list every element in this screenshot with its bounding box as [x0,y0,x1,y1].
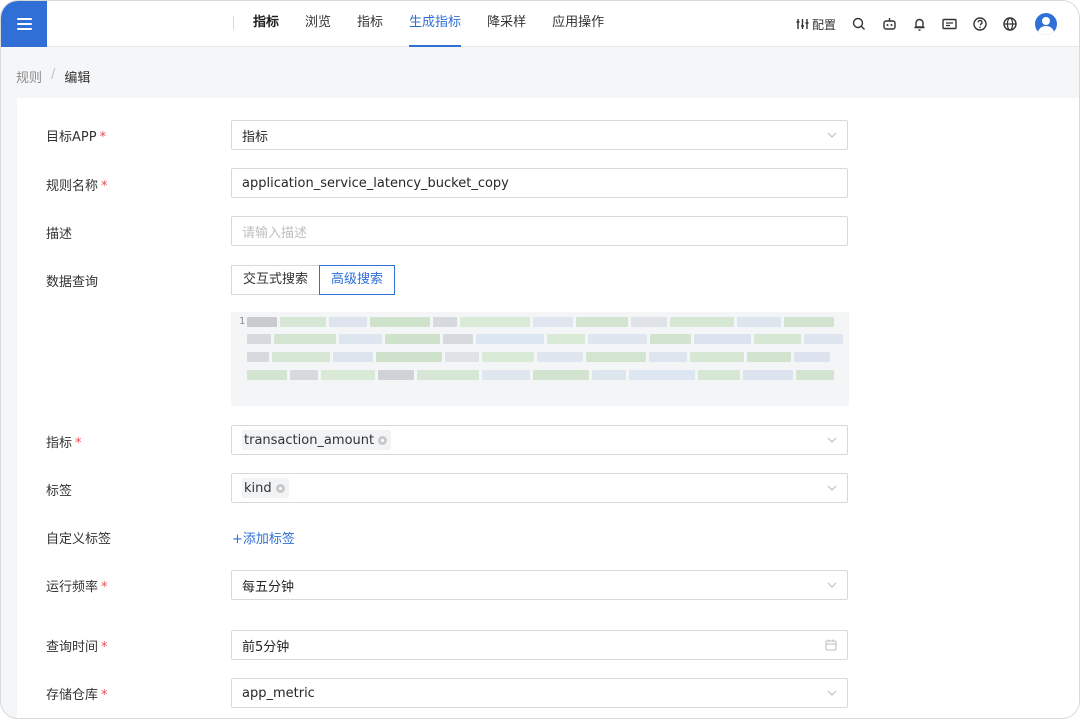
target-app-select[interactable]: 指标 [231,120,848,150]
breadcrumb-parent[interactable]: 规则 [16,67,42,86]
breadcrumb-separator: / [51,67,56,82]
config-icon [796,19,809,29]
storage-value: app_metric [242,685,315,701]
help-icon [973,17,987,31]
rule-name-input[interactable]: application_service_latency_bucket_copy [231,168,848,198]
query-editor[interactable]: 1 [231,312,849,406]
query-time-picker[interactable]: 前5分钟 [231,630,848,660]
rule-name-label: 规则名称 * [46,179,108,194]
storage-label: 存储仓库 * [46,688,108,703]
nav-item-generate-metrics[interactable]: 生成指标 [409,1,462,47]
tag-remove-icon[interactable] [275,483,285,493]
breadcrumb: 规则 / 编辑 [16,67,90,86]
help-button[interactable] [973,17,987,31]
nav-item-downsampling[interactable]: 降采样 [487,1,526,47]
blurred-code-line [247,352,843,362]
kind-tag: kind [242,478,289,498]
breadcrumb-current: 编辑 [64,71,91,86]
blurred-code-line [247,370,843,380]
metric-tag: transaction_amount [242,430,392,450]
search-button[interactable] [852,17,866,31]
blurred-code-line [247,334,843,344]
notifications-button[interactable] [913,17,926,31]
line-number: 1 [239,316,246,327]
interactive-search-tab[interactable]: 交互式搜索 [231,265,321,295]
nav-item-app-operations[interactable]: 应用操作 [552,1,604,47]
add-tag-link[interactable]: +添加标签 [232,528,295,547]
globe-icon [1003,17,1017,31]
advanced-search-tab[interactable]: 高级搜索 [319,265,396,295]
frequency-value: 每五分钟 [242,579,295,595]
app-window: 指标 浏览 指标 生成指标 降采样 应用操作 配置 规则 / 编辑 目标APP … [0,0,1080,719]
menu-icon [16,18,32,30]
custom-tags-label: 自定义标签 [46,532,112,547]
description-label: 描述 [46,227,73,242]
user-avatar-icon[interactable] [1035,13,1057,35]
target-app-value: 指标 [242,129,269,145]
target-app-label: 目标APP * [46,130,107,145]
calendar-icon [825,639,837,651]
feedback-icon [942,18,957,29]
description-input[interactable]: 请输入描述 [231,216,848,246]
bell-icon [914,18,925,31]
query-time-value: 前5分钟 [242,639,290,655]
tags-select[interactable]: kind [231,473,848,503]
nav-item-browse[interactable]: 浏览 [305,1,331,47]
query-mode-switch: 交互式搜索 高级搜索 [231,265,396,295]
frequency-label: 运行频率 * [46,580,108,595]
config-button[interactable]: 配置 [796,16,836,33]
toolbar-icons: 配置 [780,1,1057,47]
query-time-label: 查询时间 * [46,640,108,655]
tags-label: 标签 [46,484,73,499]
robot-icon [883,18,896,30]
top-nav-bar: 指标 浏览 指标 生成指标 降采样 应用操作 配置 [1,1,1079,47]
language-button[interactable] [1003,17,1017,31]
blurred-code-line [247,317,843,327]
metric-select[interactable]: transaction_amount [231,425,848,455]
config-label: 配置 [811,17,836,32]
menu-button[interactable] [1,1,47,47]
chevron-down-icon [827,132,837,138]
nav-divider [233,16,234,30]
tag-remove-icon[interactable] [378,435,388,445]
main-nav: 指标 浏览 指标 生成指标 降采样 应用操作 [253,1,630,47]
description-placeholder: 请输入描述 [242,225,308,241]
nav-item-metrics[interactable]: 指标 [357,1,383,47]
chevron-down-icon [827,485,837,491]
chevron-down-icon [827,690,837,696]
feedback-button[interactable] [942,18,957,31]
frequency-select[interactable]: 每五分钟 [231,570,848,600]
storage-select[interactable]: app_metric [231,678,848,708]
data-query-label: 数据查询 [46,275,99,290]
search-icon [852,17,865,30]
rule-name-value: application_service_latency_bucket_copy [242,175,509,191]
chevron-down-icon [827,437,837,443]
robot-button[interactable] [882,17,897,31]
nav-brand[interactable]: 指标 [253,1,279,47]
chevron-down-icon [827,582,837,588]
metric-label: 指标 * [46,436,82,451]
